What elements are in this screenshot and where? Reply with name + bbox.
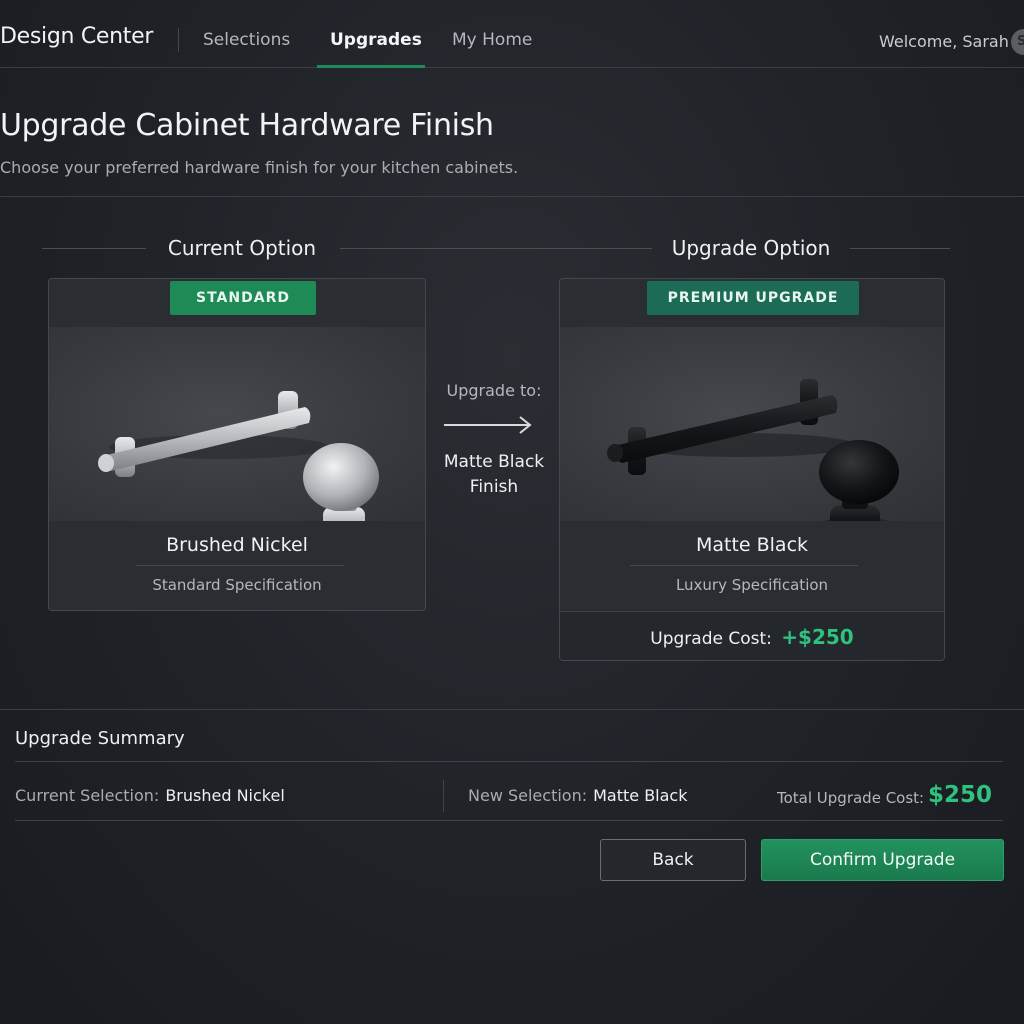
upgrade-finish-name: Matte Black Finish <box>443 452 545 497</box>
nav-divider <box>178 28 179 52</box>
confirm-upgrade-button[interactable]: Confirm Upgrade <box>761 839 1004 881</box>
card-divider <box>136 565 344 566</box>
current-option-card[interactable]: STANDARD Brushed Nickel Standard Specifi… <box>48 278 426 611</box>
back-button[interactable]: Back <box>600 839 746 881</box>
page-title: Upgrade Cabinet Hardware Finish <box>0 108 494 143</box>
upgrade-option-card[interactable]: PREMIUM UPGRADE Matte Black Luxury Speci… <box>559 278 945 661</box>
upgrade-cost-row: Upgrade Cost: +$250 <box>560 611 944 660</box>
new-selection-value: Matte Black <box>593 786 688 805</box>
active-tab-indicator <box>317 65 425 68</box>
section-line <box>850 248 950 249</box>
current-option-title: Current Option <box>167 236 317 260</box>
upgrade-page: Design Center Selections Upgrades My Hom… <box>0 0 1024 1024</box>
summary-rule-bottom <box>15 820 1003 821</box>
current-selection-summary: Current Selection: Brushed Nickel <box>15 786 285 805</box>
total-cost-value: $250 <box>928 782 993 808</box>
hardware-image-icon <box>98 391 385 542</box>
welcome-text: Welcome, Sarah <box>879 32 1009 51</box>
premium-upgrade-badge: PREMIUM UPGRADE <box>647 281 859 315</box>
upgrade-option-title: Upgrade Option <box>671 236 831 260</box>
current-option-name: Brushed Nickel <box>166 534 308 556</box>
top-nav: Design Center Selections Upgrades My Hom… <box>0 0 1024 68</box>
brushed-nickel-image <box>49 327 425 542</box>
section-line <box>340 248 652 249</box>
summary-rule-top <box>15 761 1003 762</box>
brand-title: Design Center <box>0 24 154 49</box>
nav-link-upgrades[interactable]: Upgrades <box>330 30 422 50</box>
current-selection-label: Current Selection: <box>15 786 160 805</box>
total-cost-label: Total Upgrade Cost: <box>777 789 925 807</box>
upgrade-cost-label: Upgrade Cost: <box>650 629 772 649</box>
current-option-spec: Standard Specification <box>152 576 322 594</box>
summary-title: Upgrade Summary <box>15 728 185 749</box>
new-selection-summary: New Selection: Matte Black <box>468 786 687 805</box>
upgrade-cost-value: +$250 <box>781 625 854 649</box>
page-subtitle: Choose your preferred hardware finish fo… <box>0 158 519 177</box>
section-line <box>42 248 146 249</box>
upgrade-option-spec: Luxury Specification <box>675 576 829 594</box>
avatar[interactable]: S <box>1011 29 1024 55</box>
summary-divider <box>0 709 1024 710</box>
upgrade-option-name: Matte Black <box>695 534 809 556</box>
new-selection-label: New Selection: <box>468 786 588 805</box>
hardware-image-icon <box>607 379 899 537</box>
current-selection-value: Brushed Nickel <box>165 786 285 805</box>
header-divider <box>0 196 1024 197</box>
upgrade-to-label: Upgrade to: <box>446 381 542 400</box>
matte-black-image <box>560 327 944 537</box>
nav-link-selections[interactable]: Selections <box>203 30 290 50</box>
card-divider <box>630 565 858 566</box>
summary-separator <box>443 780 444 812</box>
nav-link-my-home[interactable]: My Home <box>452 30 532 50</box>
arrow-right-icon <box>444 416 532 434</box>
standard-badge: STANDARD <box>170 281 316 315</box>
